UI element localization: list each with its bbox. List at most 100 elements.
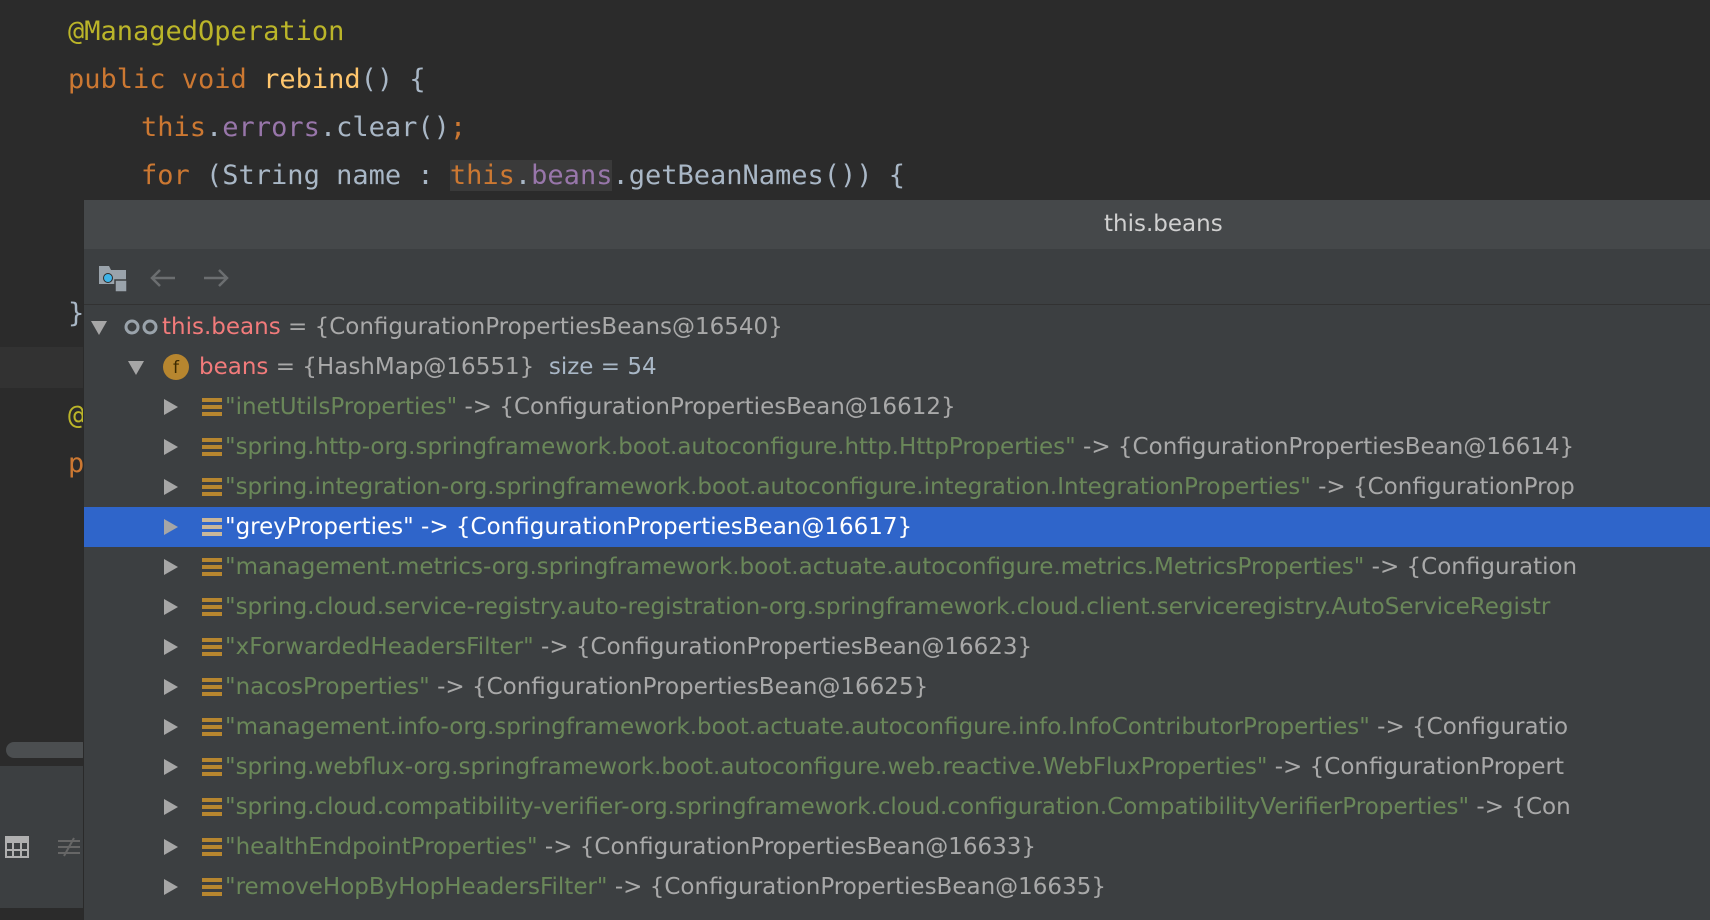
tree-node-field[interactable]: f beans = {HashMap@16551} size = 54 [84, 347, 1710, 387]
node-size: size = 54 [548, 354, 657, 380]
map-entry-icon [202, 438, 222, 457]
map-entry-icon [202, 558, 222, 577]
field-icon: f [163, 354, 189, 380]
entry-key: "spring.cloud.service-registry.auto-regi… [225, 594, 1551, 620]
partial-keyword: p [68, 448, 85, 479]
map-entry-row[interactable]: "nacosProperties" -> {ConfigurationPrope… [84, 667, 1710, 707]
expand-arrow-icon[interactable] [164, 639, 178, 655]
code-line: this.errors.clear(); [141, 104, 466, 152]
expand-arrow-icon[interactable] [164, 399, 178, 415]
collapse-arrow-icon[interactable] [128, 361, 144, 375]
horizontal-scrollbar[interactable] [6, 742, 90, 758]
entry-key: "xForwardedHeadersFilter" [225, 634, 534, 660]
current-line-highlight [0, 347, 90, 388]
code-token: this [449, 160, 515, 191]
forward-arrow-icon[interactable] [202, 268, 230, 288]
entry-value: -> {ConfigurationPropertiesBean@16633} [537, 834, 1037, 860]
code-token: .getBeanNames()) { [612, 160, 906, 191]
closing-brace: } [68, 298, 85, 329]
entry-value: -> {ConfigurationPropertiesBean@16635} [607, 874, 1106, 900]
expand-arrow-icon[interactable] [164, 599, 178, 615]
entry-value: -> {ConfigurationPropertiesBean@16623} [533, 634, 1033, 660]
expand-arrow-icon[interactable] [164, 679, 178, 695]
entry-key: "management.info-org.springframework.boo… [225, 714, 1370, 740]
entry-value: -> {Con [1469, 794, 1571, 820]
expand-arrow-icon[interactable] [164, 719, 178, 735]
entry-value: -> {ConfigurationPropertiesBean@16625} [429, 674, 929, 700]
map-entry-icon [202, 798, 222, 817]
entry-value: -> {ConfigurationProp [1310, 474, 1575, 500]
code-token: rebind [263, 64, 361, 95]
map-entry-icon [202, 718, 222, 737]
code-token: . [514, 160, 532, 191]
code-token: beans [531, 160, 613, 191]
expand-arrow-icon[interactable] [164, 759, 178, 775]
expand-arrow-icon[interactable] [164, 799, 178, 815]
expand-arrow-icon[interactable] [164, 879, 178, 895]
entry-value: -> {ConfigurationPropertiesBean@16612} [457, 394, 956, 420]
inspect-object-icon[interactable] [98, 264, 130, 292]
expand-arrow-icon[interactable] [164, 519, 178, 535]
code-line: public void rebind() { [68, 56, 426, 104]
code-token: .clear() [319, 112, 450, 143]
code-token: this [141, 112, 207, 143]
entry-value: -> {Configuratio [1369, 714, 1569, 740]
entry-key: "spring.webflux-org.springframework.boot… [225, 754, 1268, 780]
map-entry-row[interactable]: "greyProperties" -> {ConfigurationProper… [84, 507, 1710, 547]
code-token: public void [68, 64, 264, 95]
code-token: @ManagedOperation [68, 16, 345, 47]
entry-key: "inetUtilsProperties" [225, 394, 458, 420]
map-entry-row[interactable]: "spring.cloud.service-registry.auto-regi… [84, 587, 1710, 627]
collapse-arrow-icon[interactable] [91, 321, 107, 335]
map-entry-icon [202, 758, 222, 777]
entry-key: "greyProperties" [225, 514, 414, 540]
node-name: this.beans [162, 314, 281, 340]
expand-arrow-icon[interactable] [164, 479, 178, 495]
map-entry-row[interactable]: "inetUtilsProperties" -> {ConfigurationP… [84, 387, 1710, 427]
map-entry-row[interactable]: "spring.cloud.compatibility-verifier-org… [84, 787, 1710, 827]
entry-key: "spring.integration-org.springframework.… [225, 474, 1311, 500]
map-entry-icon [202, 478, 222, 497]
table-view-icon[interactable] [5, 836, 29, 858]
map-entry-row[interactable]: "spring.http-org.springframework.boot.au… [84, 427, 1710, 467]
map-entry-row[interactable]: "healthEndpointProperties" -> {Configura… [84, 827, 1710, 867]
popup-title: this.beans [84, 200, 1710, 249]
svg-text:f: f [173, 358, 180, 378]
entry-key: "management.metrics-org.springframework.… [225, 554, 1365, 580]
entry-value: -> {ConfigurationPropertiesBean@16614} [1075, 434, 1575, 460]
map-entry-icon [202, 838, 222, 857]
watch-glasses-icon [124, 319, 158, 335]
map-entry-row[interactable]: "management.metrics-org.springframework.… [84, 547, 1710, 587]
map-entry-icon [202, 678, 222, 697]
map-entry-icon [202, 878, 222, 897]
map-entry-row[interactable]: "spring.integration-org.springframework.… [84, 467, 1710, 507]
node-value: = {HashMap@16551} [275, 354, 535, 380]
map-entry-row[interactable]: "xForwardedHeadersFilter" -> {Configurat… [84, 627, 1710, 667]
map-entry-icon [202, 598, 222, 617]
map-entry-icon [202, 398, 222, 417]
map-entry-row[interactable]: "spring.webflux-org.springframework.boot… [84, 747, 1710, 787]
map-entry-row[interactable]: "removeHopByHopHeadersFilter" -> {Config… [84, 867, 1710, 907]
compare-icon[interactable] [56, 836, 82, 858]
entry-key: "healthEndpointProperties" [225, 834, 538, 860]
entry-value: -> {Configuration [1364, 554, 1578, 580]
expand-arrow-icon[interactable] [164, 559, 178, 575]
entry-key: "spring.http-org.springframework.boot.au… [225, 434, 1076, 460]
code-token: () { [360, 64, 426, 95]
code-line: @ManagedOperation [68, 8, 344, 56]
entry-key: "removeHopByHopHeadersFilter" [225, 874, 608, 900]
node-value: = {ConfigurationPropertiesBeans@16540} [288, 314, 783, 340]
expand-arrow-icon[interactable] [164, 439, 178, 455]
back-arrow-icon[interactable] [149, 268, 177, 288]
map-entry-icon [202, 518, 222, 537]
entry-value: -> {ConfigurationPropert [1267, 754, 1564, 780]
expand-arrow-icon[interactable] [164, 839, 178, 855]
entry-value: -> {ConfigurationPropertiesBean@16617} [413, 514, 913, 540]
map-entry-row[interactable]: "management.info-org.springframework.boo… [84, 707, 1710, 747]
code-token: (String name : [206, 160, 450, 191]
code-token: . [206, 112, 223, 143]
code-token: errors [222, 112, 320, 143]
quick-evaluate-popup: this.beans this.beans = {ConfigurationPr… [83, 200, 1710, 920]
code-line: for (String name : this.beans.getBeanNam… [141, 152, 905, 200]
tree-node-root[interactable]: this.beans = {ConfigurationPropertiesBea… [84, 307, 1710, 347]
